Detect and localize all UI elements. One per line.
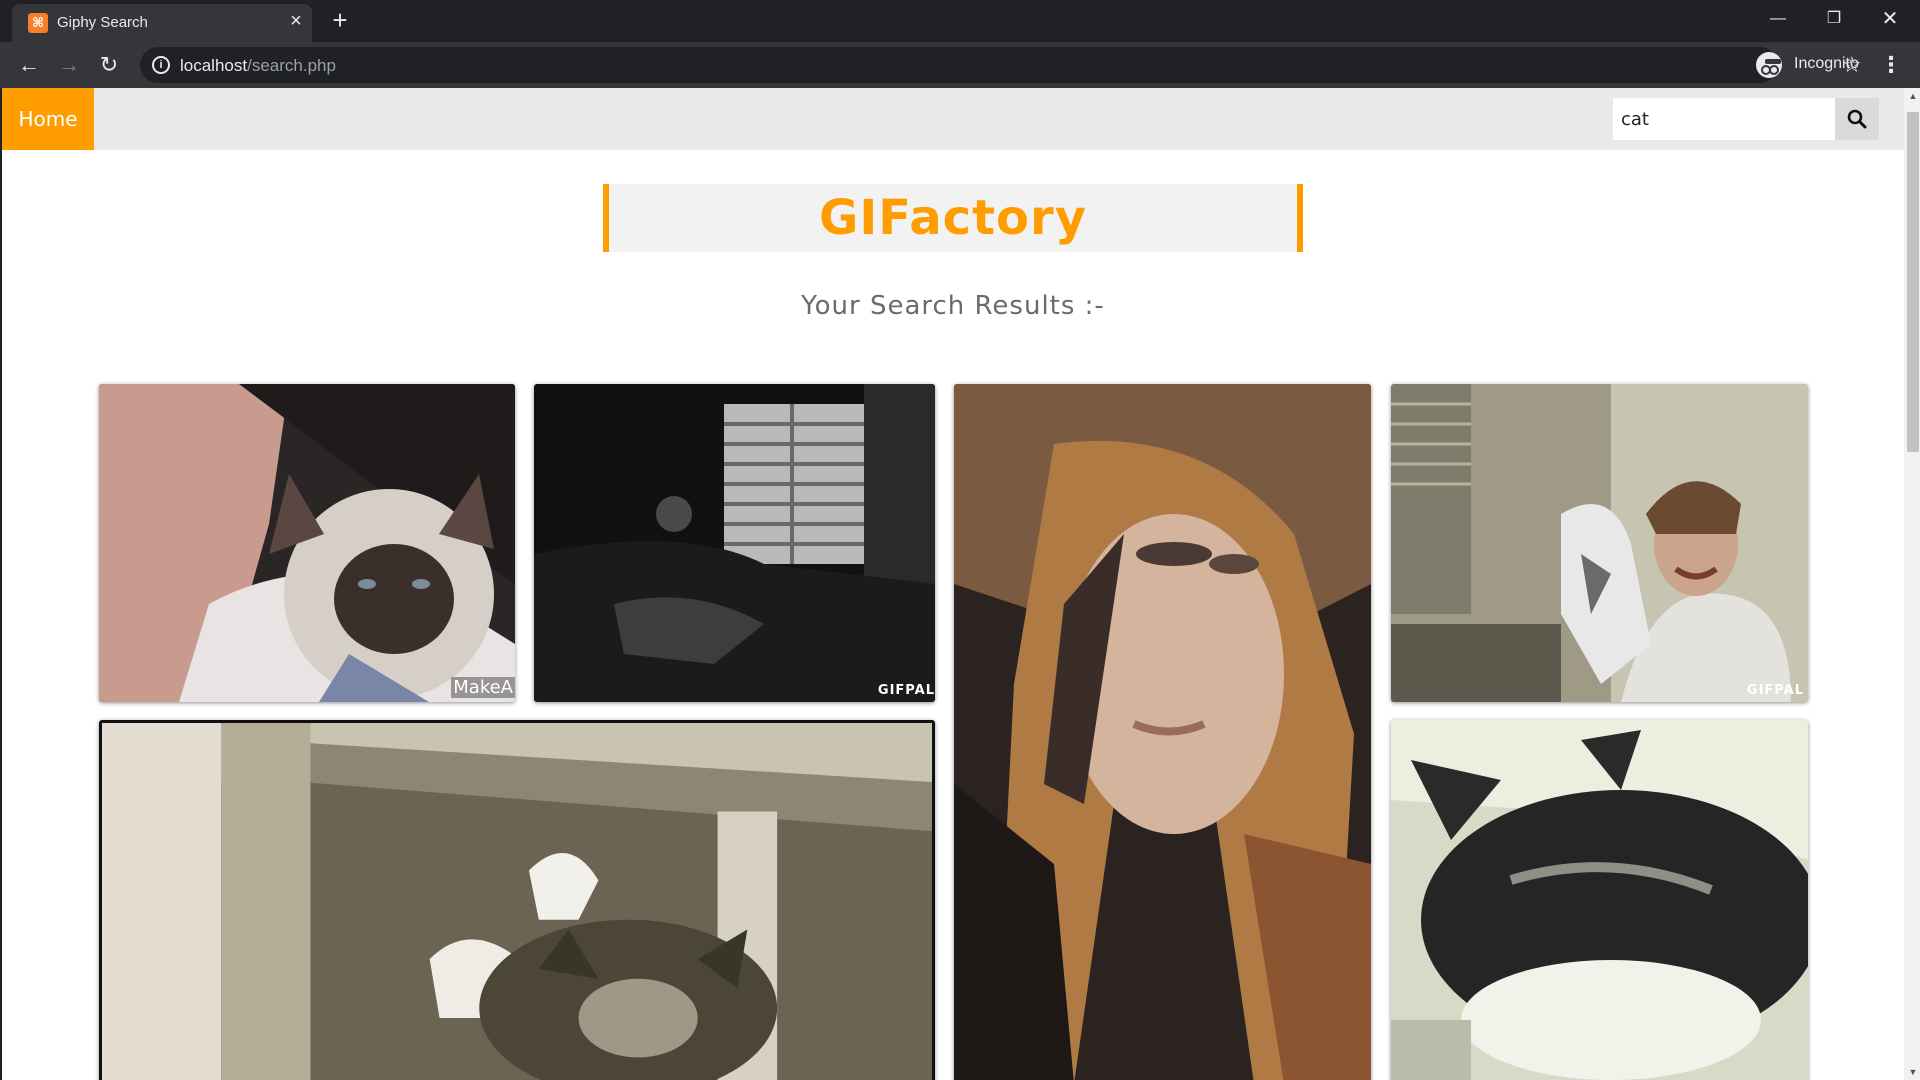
gif-watermark: GIFPAL — [877, 683, 935, 698]
gif-image — [954, 384, 1371, 1080]
scroll-down-icon[interactable]: ▼ — [1904, 1064, 1920, 1080]
minimize-icon[interactable]: — — [1750, 0, 1806, 38]
incognito-label: Incognito — [1794, 55, 1859, 72]
tab-strip: ⌘ Giphy Search × + — ❐ ✕ — [0, 0, 1920, 42]
gif-image — [1391, 720, 1808, 1080]
tab-title: Giphy Search — [57, 14, 148, 31]
home-link[interactable]: Home — [2, 88, 94, 150]
reload-icon[interactable]: ↻ — [94, 50, 124, 80]
gif-result-woman-portrait[interactable] — [954, 384, 1371, 1080]
page-scrollbar[interactable]: ▲ ▼ — [1904, 88, 1920, 1080]
results-heading: Your Search Results :- — [801, 291, 1105, 321]
gif-image — [102, 723, 932, 1080]
site-logo-banner: GIFactory — [603, 184, 1303, 252]
gif-result-boy-with-cat[interactable]: GIFPAL — [1391, 384, 1808, 702]
tab-close-icon[interactable]: × — [284, 9, 308, 33]
gif-image — [534, 384, 935, 702]
browser-menu-icon[interactable]: ⋮ — [1880, 50, 1902, 80]
back-icon[interactable]: ← — [14, 50, 44, 80]
new-tab-icon[interactable]: + — [325, 6, 355, 36]
forward-icon[interactable]: → — [54, 50, 84, 80]
restore-icon[interactable]: ❐ — [1806, 0, 1862, 38]
page-viewport: Home GIFactory Your Search Results :- — [0, 88, 1920, 1080]
gif-result-dark-room[interactable]: GIFPAL — [534, 384, 935, 702]
gif-image — [1391, 384, 1808, 702]
browser-chrome: ⌘ Giphy Search × + — ❐ ✕ ← → ↻ i localho… — [0, 0, 1920, 88]
gif-watermark: GIFPAL — [1746, 683, 1804, 698]
search-field-container — [1613, 98, 1835, 140]
gif-image — [99, 384, 515, 702]
gif-result-cat-behind-fence[interactable] — [99, 720, 935, 1080]
incognito-icon — [1756, 52, 1782, 78]
url-text: localhost/search.php — [180, 56, 336, 75]
site-info-icon[interactable]: i — [152, 56, 170, 74]
scroll-thumb[interactable] — [1907, 112, 1919, 452]
gif-watermark: MakeA — [451, 677, 515, 698]
search-button[interactable] — [1835, 98, 1879, 140]
gif-result-black-white-cat[interactable] — [1391, 720, 1808, 1080]
search-icon — [1847, 109, 1867, 129]
browser-tab[interactable]: ⌘ Giphy Search × — [12, 4, 312, 42]
top-navbar: Home — [2, 88, 1904, 150]
xampp-favicon-icon: ⌘ — [28, 13, 48, 33]
browser-toolbar: ← → ↻ i localhost/search.php ☆ Incognito… — [0, 42, 1920, 88]
site-logo: GIFactory — [819, 190, 1087, 246]
scroll-up-icon[interactable]: ▲ — [1904, 88, 1920, 104]
address-bar[interactable]: i localhost/search.php ☆ — [140, 47, 1862, 83]
search-input[interactable] — [1613, 98, 1835, 140]
gif-result-siamese-cat[interactable]: MakeA — [99, 384, 515, 702]
close-window-icon[interactable]: ✕ — [1862, 0, 1918, 38]
